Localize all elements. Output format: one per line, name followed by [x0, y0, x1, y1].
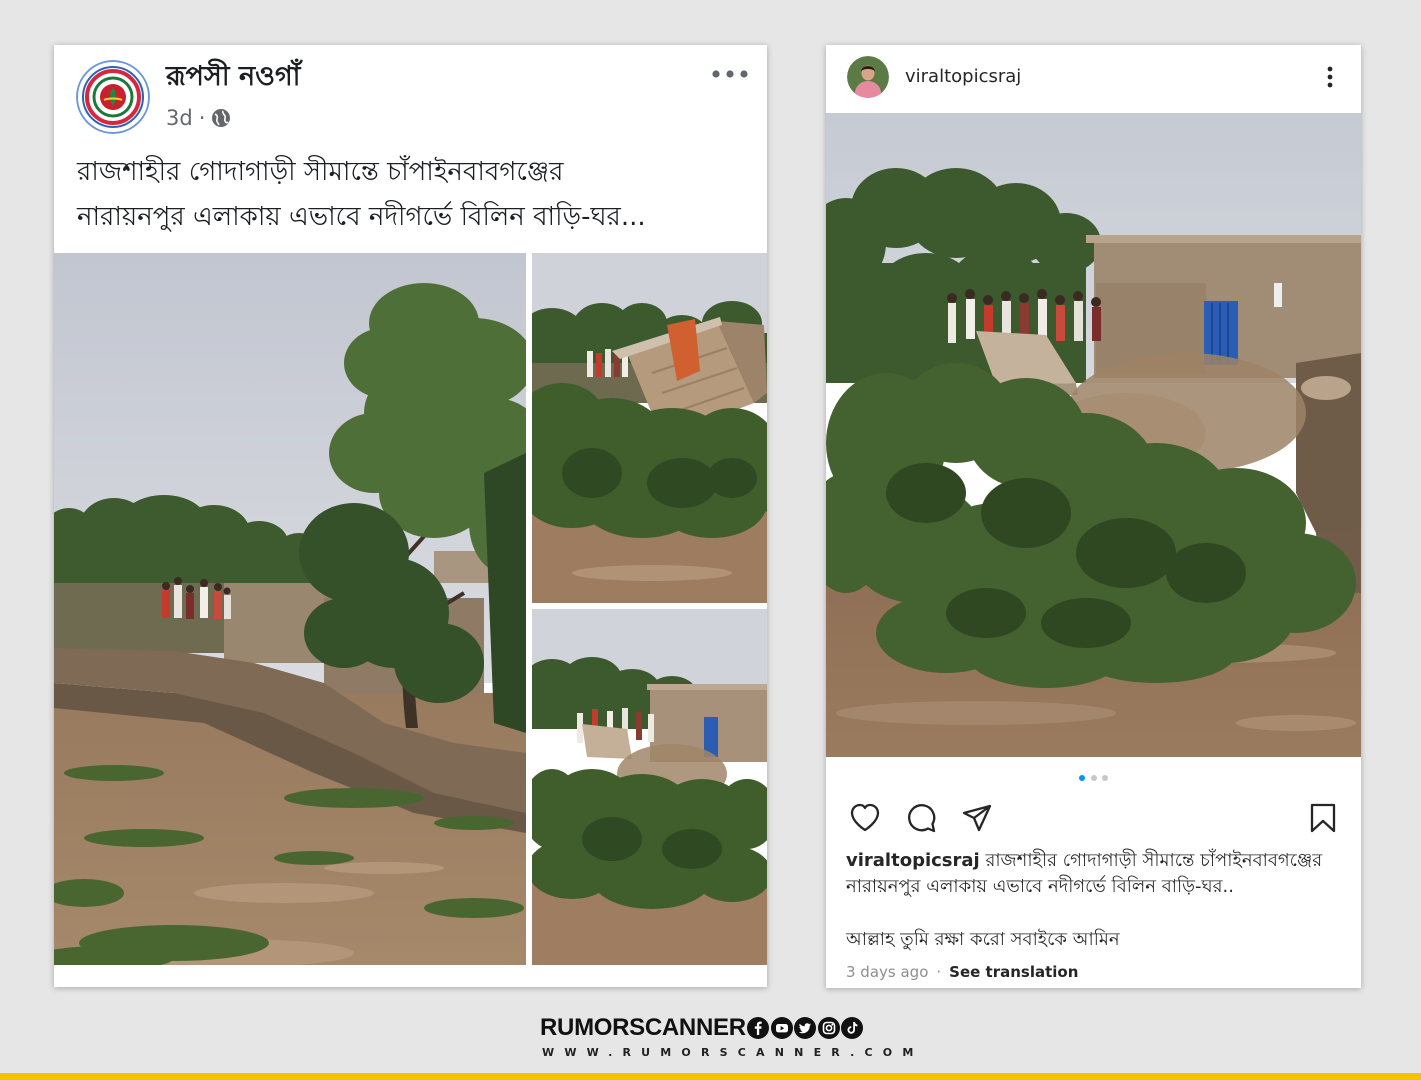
tiktok-icon — [841, 1017, 864, 1039]
house-collapse-photo — [532, 253, 767, 603]
caption-line: viraltopicsraj রাজশাহীর গোদাগাড়ী সীমান্… — [846, 848, 1322, 874]
facebook-icon — [747, 1017, 770, 1039]
post-time: 3 days ago — [846, 963, 929, 981]
watermark-brand-row: RUMORSCANNER — [540, 1013, 895, 1043]
post-time[interactable]: 3d — [166, 105, 193, 131]
carousel-dot — [1090, 775, 1097, 781]
page-name[interactable]: রূপসী নওগাঁ — [166, 60, 300, 94]
facebook-post-card: রূপসী নওগাঁ 3d · রাজশাহীর গোদাগাড়ী সীমা… — [54, 45, 767, 987]
page-avatar[interactable] — [76, 60, 150, 134]
caption-username[interactable]: viraltopicsraj — [846, 850, 980, 871]
post-photo-top-right[interactable] — [532, 253, 767, 603]
more-horizontal-icon[interactable] — [710, 68, 750, 80]
bookmark-icon[interactable] — [1307, 802, 1339, 834]
carousel-dot — [1102, 775, 1108, 781]
youtube-icon — [770, 1017, 793, 1039]
send-icon[interactable] — [961, 802, 993, 834]
house-collapse-photo — [826, 113, 1361, 757]
right-tree-mass — [484, 453, 526, 733]
watermark-brand: RUMORSCANNER — [540, 1014, 746, 1041]
username[interactable]: viraltopicsraj — [905, 65, 1021, 89]
globe-icon[interactable] — [211, 108, 231, 128]
flood-riverbank-photo — [54, 253, 526, 965]
fallen-tree — [532, 769, 767, 909]
carousel-dot — [1079, 775, 1085, 781]
user-avatar[interactable] — [847, 56, 889, 98]
post-text-line: রাজশাহীর গোদাগাড়ী সীমান্তে চাঁপাইনবাবগঞ… — [77, 157, 564, 187]
twitter-icon — [794, 1017, 817, 1039]
instagram-icon — [817, 1017, 840, 1039]
post-photo-main[interactable] — [54, 253, 526, 965]
house-collapse-photo — [532, 609, 767, 965]
post-text-line: নারায়নপুর এলাকায় এভাবে নদীগর্ভে বিলিন … — [77, 202, 646, 232]
meta-separator: · — [198, 106, 206, 130]
carousel-indicator — [1079, 775, 1108, 781]
falling-slab — [582, 724, 632, 759]
watermark-url: WWW.RUMORSCANNER.COM — [542, 1046, 924, 1059]
watermark: RUMORSCANNER WWW.RUMORSCANNER.COM — [540, 1013, 924, 1065]
instagram-post-card: viraltopicsraj viraltopicsraj রাজশাহীর গ… — [826, 45, 1361, 988]
post-meta: 3d · — [166, 105, 231, 131]
post-photo[interactable] — [826, 113, 1361, 757]
post-footer: 3 days ago · See translation — [846, 961, 1078, 983]
see-translation-link[interactable]: See translation — [949, 961, 1078, 983]
comment-icon[interactable] — [905, 802, 937, 834]
post-photo-bottom-right[interactable] — [532, 609, 767, 965]
caption-text: রাজশাহীর গোদাগাড়ী সীমান্তে চাঁপাইনবাবগঞ… — [985, 850, 1323, 871]
accent-bar — [0, 1073, 1421, 1080]
caption-line: নারায়নপুর এলাকায় এভাবে নদীগর্ভে বিলিন … — [846, 876, 1234, 897]
more-vertical-icon[interactable] — [1327, 66, 1333, 88]
footer-separator: · — [936, 963, 942, 981]
heart-icon[interactable] — [849, 802, 881, 834]
caption-comment-line: আল্লাহ তুমি রক্ষা করো সবাইকে আমিন — [846, 929, 1120, 950]
